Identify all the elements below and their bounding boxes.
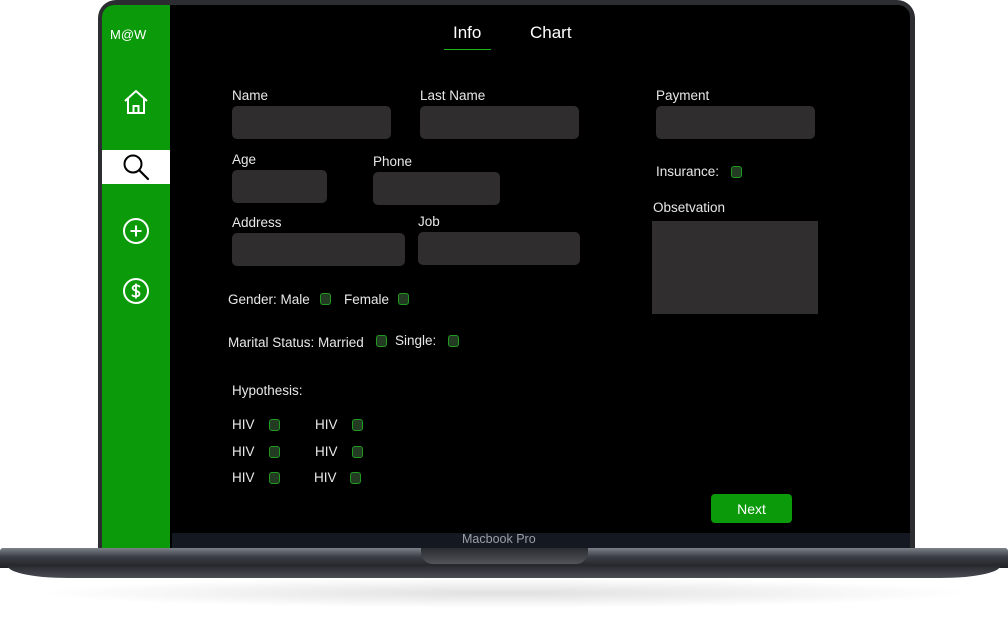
base-notch xyxy=(421,548,588,564)
nav-add[interactable] xyxy=(102,214,170,248)
hypothesis-item-label: HIV xyxy=(232,417,255,432)
gender-female-checkbox[interactable] xyxy=(398,293,409,305)
screen: M@W Info Chart Name Last Name Payment Ag… xyxy=(102,5,910,550)
home-icon xyxy=(124,90,148,114)
plus-circle-icon xyxy=(123,218,149,244)
hypothesis-checkbox[interactable] xyxy=(269,472,280,484)
laptop-shadow xyxy=(30,578,978,608)
laptop-base xyxy=(0,548,1008,580)
hypothesis-checkbox[interactable] xyxy=(352,446,363,458)
search-icon xyxy=(123,154,150,181)
gender-female-label: Female xyxy=(344,292,390,307)
next-button[interactable]: Next xyxy=(711,494,792,523)
nav-search[interactable] xyxy=(102,150,170,184)
age-label: Age xyxy=(232,152,257,167)
hypothesis-checkbox[interactable] xyxy=(269,446,280,458)
job-input[interactable] xyxy=(418,232,580,265)
payment-label: Payment xyxy=(656,88,710,103)
marital-single-label: Single: xyxy=(395,333,437,348)
address-label: Address xyxy=(232,215,282,230)
age-input[interactable] xyxy=(232,170,327,203)
sidebar: M@W xyxy=(102,5,170,550)
hypothesis-item-label: HIV xyxy=(315,417,338,432)
hypothesis-checkbox[interactable] xyxy=(350,472,361,484)
nav-payments[interactable] xyxy=(102,274,170,308)
marital-married-label: Marital Status: Married xyxy=(228,335,364,350)
tab-bar: Info Chart xyxy=(102,23,910,53)
base-lower xyxy=(8,566,1000,578)
hypothesis-checkbox[interactable] xyxy=(269,419,280,431)
tab-chart[interactable]: Chart xyxy=(530,23,572,49)
hypothesis-item-label: HIV xyxy=(232,470,255,485)
dollar-circle-icon xyxy=(123,278,149,304)
last-name-input[interactable] xyxy=(420,106,579,139)
address-input[interactable] xyxy=(232,233,405,266)
tab-info[interactable]: Info xyxy=(444,23,492,50)
observation-textarea[interactable] xyxy=(652,221,818,314)
hypothesis-checkbox[interactable] xyxy=(352,419,363,431)
hypothesis-label: Hypothesis: xyxy=(232,383,303,398)
last-name-label: Last Name xyxy=(420,88,486,103)
phone-label: Phone xyxy=(373,154,413,169)
gender-male-checkbox[interactable] xyxy=(320,293,331,305)
observation-label: Obsetvation xyxy=(653,200,726,215)
job-label: Job xyxy=(418,214,440,229)
name-label: Name xyxy=(232,88,269,103)
hypothesis-item-label: HIV xyxy=(315,444,338,459)
phone-input[interactable] xyxy=(373,172,500,205)
device-label: Macbook Pro xyxy=(462,532,536,546)
marital-married-checkbox[interactable] xyxy=(376,335,387,347)
name-input[interactable] xyxy=(232,106,391,139)
gender-male-label: Gender: Male xyxy=(228,292,310,307)
marital-single-checkbox[interactable] xyxy=(448,335,459,347)
payment-input[interactable] xyxy=(656,106,815,139)
insurance-checkbox[interactable] xyxy=(731,166,742,178)
insurance-label: Insurance: xyxy=(656,164,720,179)
hypothesis-item-label: HIV xyxy=(314,470,337,485)
nav-home[interactable] xyxy=(102,85,170,119)
hypothesis-item-label: HIV xyxy=(232,444,255,459)
